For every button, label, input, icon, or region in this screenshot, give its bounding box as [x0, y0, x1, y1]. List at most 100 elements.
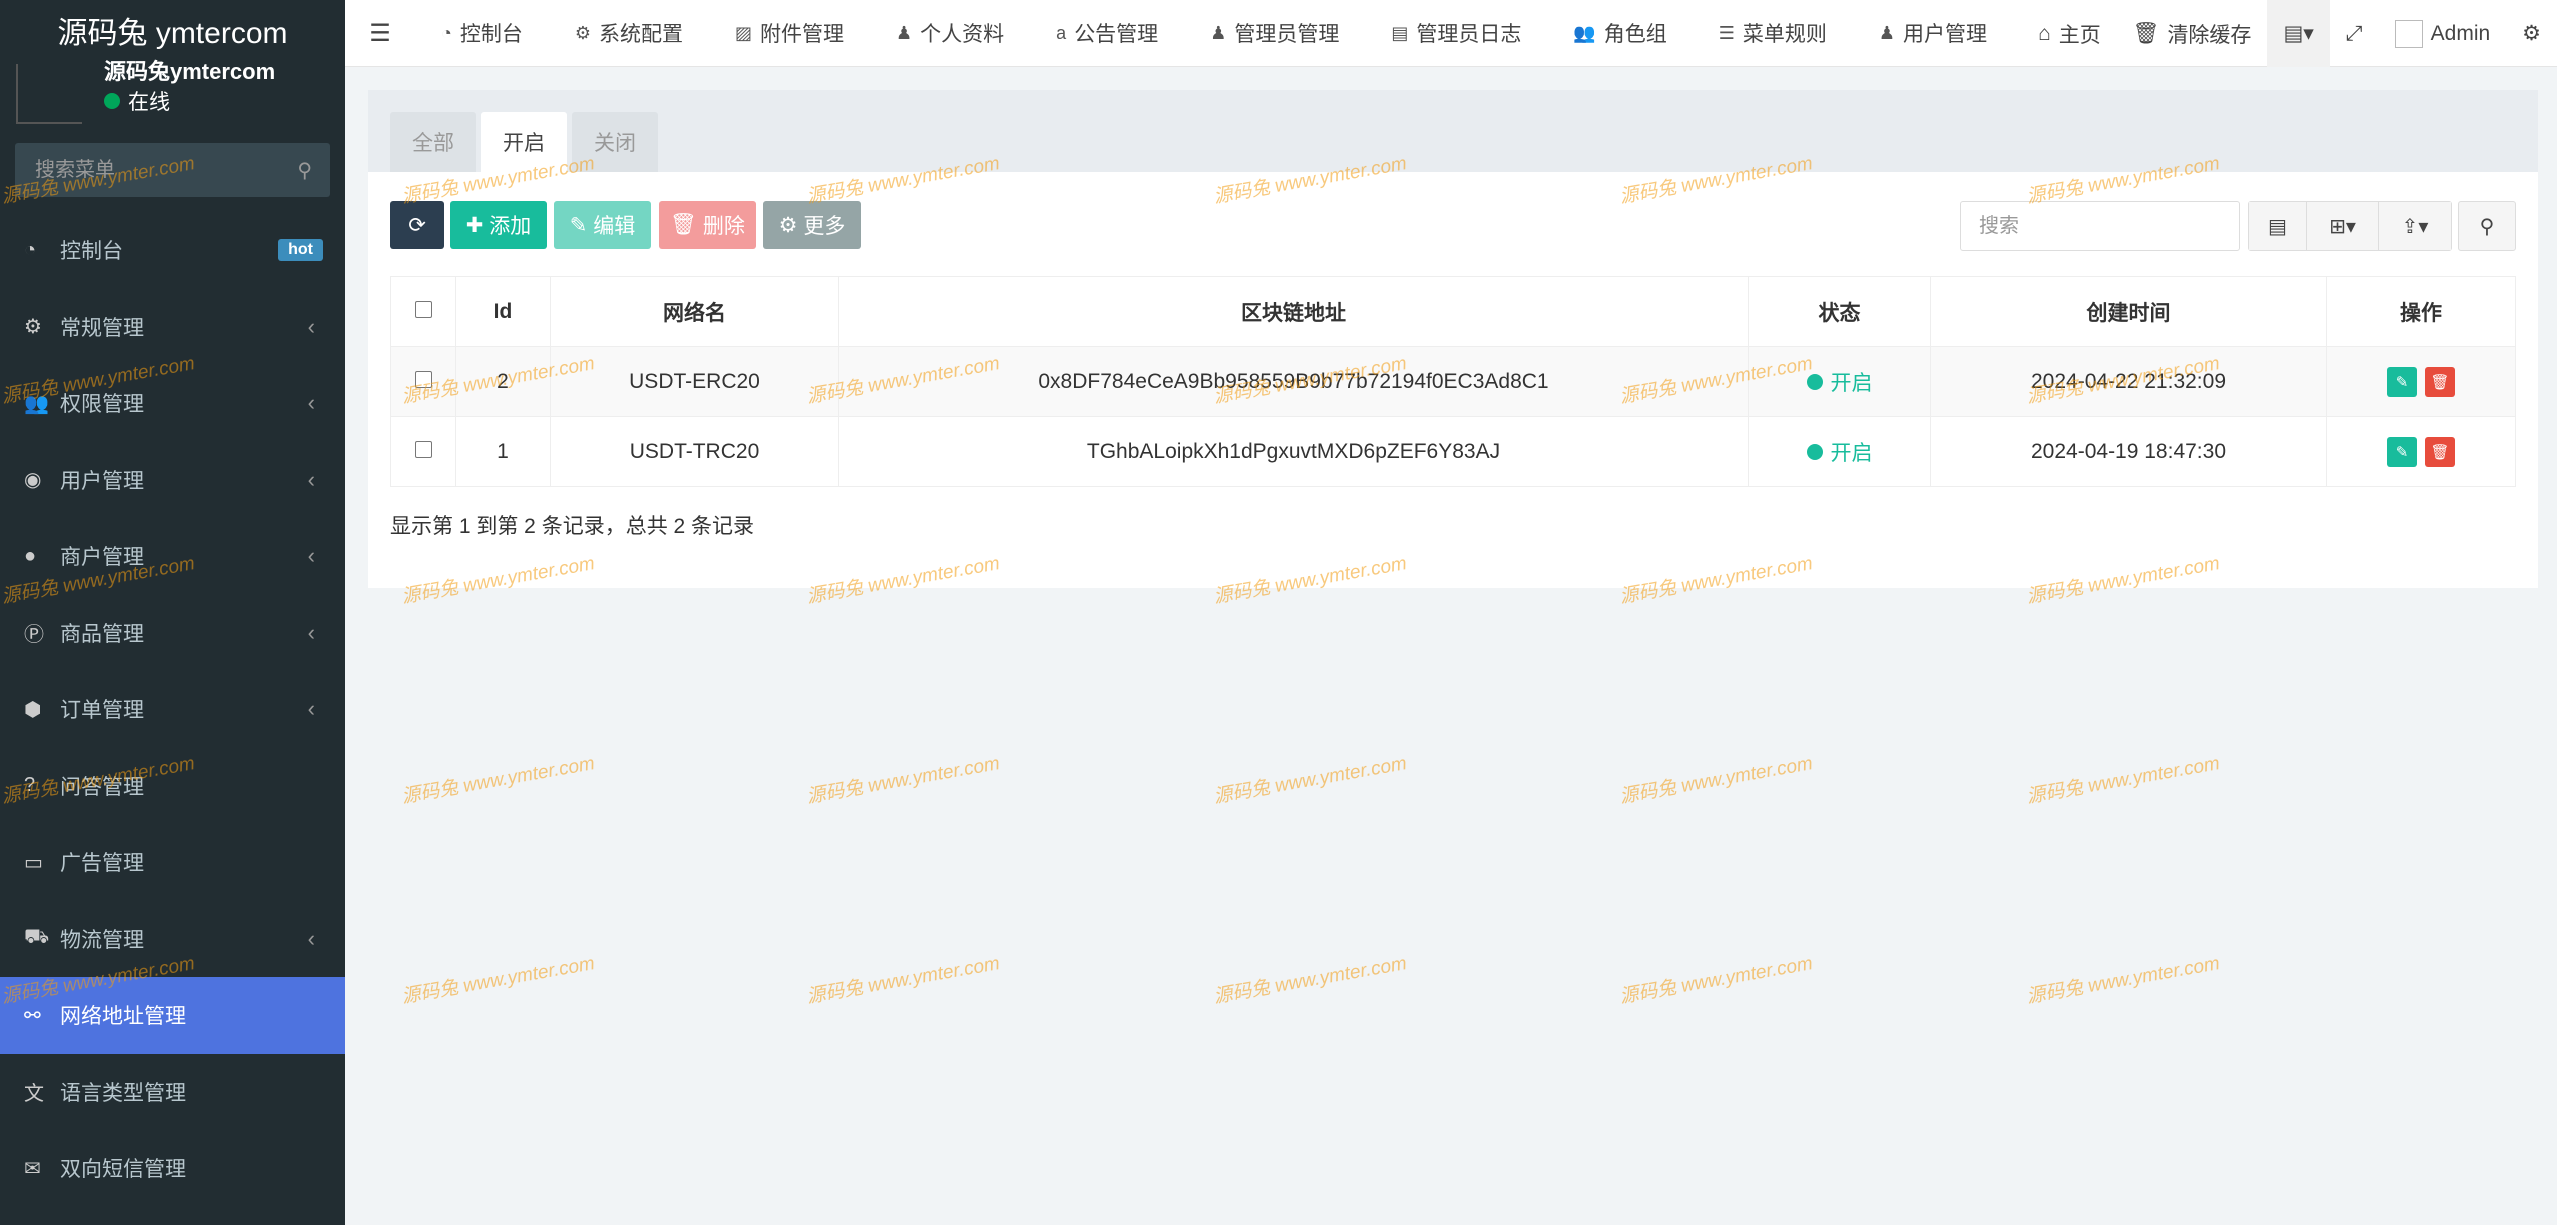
status-dot-icon: [1806, 443, 1823, 460]
envelope-icon: ✉: [24, 1157, 41, 1180]
menu-search-input[interactable]: [15, 143, 330, 197]
columns-dropdown[interactable]: ⊞▾: [2307, 202, 2379, 250]
add-button[interactable]: ✚ 添加: [450, 201, 547, 249]
add-label: 添加: [489, 215, 532, 238]
ad-icon: ▭: [24, 851, 43, 874]
nav-tab-0[interactable]: ◔ 控制台: [415, 0, 549, 67]
user-icon: ♟: [1210, 22, 1227, 43]
nav-tab-label: 公告管理: [1074, 23, 1159, 46]
edit-button[interactable]: ✎ 编辑: [554, 201, 651, 249]
brand-logo[interactable]: 源码兔 ymtercom: [0, 0, 345, 60]
sidebar-item-12[interactable]: ✉ 双向短信管理: [0, 1130, 345, 1207]
advanced-search-button[interactable]: ⚲: [2458, 201, 2516, 251]
table-search-input[interactable]: [1960, 201, 2240, 251]
sidebar-item-2[interactable]: 👥 权限管理 ‹: [0, 365, 345, 442]
sidebar-item-3[interactable]: ◉ 用户管理 ‹: [0, 442, 345, 519]
header-id[interactable]: Id: [455, 276, 551, 347]
nav-tab-5[interactable]: ♟ 管理员管理: [1184, 0, 1365, 67]
export-dropdown[interactable]: ⇪▾: [2379, 202, 2451, 250]
row-edit-button[interactable]: ✎: [2387, 366, 2417, 397]
apple-icon: ●: [24, 544, 37, 567]
home-link[interactable]: ⌂ 主页: [2022, 0, 2117, 67]
sidebar-item-1[interactable]: ⚙ 常规管理 ‹: [0, 289, 345, 366]
delete-label: 删除: [702, 215, 745, 238]
image-icon: ▨: [735, 22, 753, 43]
sidebar-item-5[interactable]: Ⓟ 商品管理 ‹: [0, 595, 345, 672]
row-checkbox[interactable]: [414, 370, 432, 388]
nav-tab-4[interactable]: a 公告管理: [1030, 0, 1184, 67]
table-row[interactable]: 2 USDT-ERC20 0x8DF784eCeA9Bb958559B9b77b72…: [390, 346, 2516, 417]
control-sidebar-button[interactable]: ⚙: [2506, 0, 2557, 67]
status-label: 开启: [1830, 441, 1873, 465]
sidebar-item-11[interactable]: 文语言类型管理: [0, 1054, 345, 1131]
status-tab-1[interactable]: 开启: [481, 112, 567, 172]
row-checkbox[interactable]: [414, 440, 432, 458]
header-name[interactable]: 网络名: [550, 276, 839, 347]
refresh-button[interactable]: ⟳: [390, 201, 444, 249]
select-all-checkbox[interactable]: [414, 300, 432, 318]
sidebar-item-7[interactable]: ? 问答管理: [0, 748, 345, 825]
table-header-row: Id 网络名 区块链地址 状态 创建时间 操作: [390, 276, 2516, 347]
clear-cache-button[interactable]: 🗑 清除缓存: [2117, 0, 2268, 67]
toggle-view-button[interactable]: ▤: [2249, 202, 2307, 250]
admin-avatar: [2394, 19, 2423, 48]
row-delete-button[interactable]: 🗑: [2425, 436, 2455, 467]
sidebar-item-8[interactable]: ▭ 广告管理: [0, 824, 345, 901]
table-body: 2 USDT-ERC20 0x8DF784eCeA9Bb958559B9b77b72…: [390, 346, 2516, 487]
nav-tab-9[interactable]: ♟ 用户管理: [1853, 0, 2013, 67]
nav-tab-3[interactable]: ♟ 个人资料: [870, 0, 1030, 67]
pencil-icon: ✎: [2395, 373, 2409, 391]
row-edit-button[interactable]: ✎: [2387, 436, 2417, 467]
trash-icon: 🗑: [670, 213, 697, 236]
header-address[interactable]: 区块链地址: [838, 276, 1749, 347]
chevron-left-icon: ‹: [307, 313, 315, 339]
bars-icon: ☰: [1718, 22, 1735, 43]
watermark-text: 源码兔 www.ymter.com: [805, 953, 1002, 1008]
sidebar-menu: ◔ 控制台 hot ⚙ 常规管理 ‹ 👥 权限管理 ‹ ◉ 用户管理 ‹ ● 商户管理 ‹ Ⓟ 商品管理 ‹ ⬢ 订单…: [0, 212, 345, 1207]
header-created[interactable]: 创建时间: [1930, 276, 2327, 347]
fullscreen-button[interactable]: ⤢: [2330, 0, 2379, 67]
nav-tab-8[interactable]: ☰ 菜单规则: [1693, 0, 1853, 67]
sidebar-item-9[interactable]: ⛟ 物流管理 ‹: [0, 901, 345, 978]
menu-search: ⚲: [15, 143, 330, 197]
multiplenav-dropdown[interactable]: ▤▾: [2267, 0, 2330, 67]
watermark-text: 源码兔 www.ymter.com: [2025, 753, 2222, 808]
sidebar-item-0[interactable]: ◔ 控制台 hot: [0, 212, 345, 289]
cell-status: 开启: [1748, 416, 1931, 487]
sidebar-toggle-icon[interactable]: ☰: [345, 0, 415, 67]
user-status-label: 在线: [128, 91, 170, 114]
pencil-icon: ✎: [569, 213, 588, 237]
sidebar: 源码兔 ymtercom 源码兔ymtercom 在线 ⚲ ◔ 控制台 hot ⚙ 常规…: [0, 0, 345, 1225]
export-icon: ⇪▾: [2401, 215, 2429, 238]
nav-tab-2[interactable]: ▨ 附件管理: [709, 0, 870, 67]
row-checkbox-cell: [390, 346, 456, 417]
hot-badge: hot: [278, 239, 323, 262]
nav-tab-label: 用户管理: [1903, 23, 1988, 46]
panel: 全部 开启 关闭 ⟳ ✚ 添加 ✎ 编辑 🗑 删除 ⚙ 更多 搜索 ▤ ⊞▾ ⇪…: [368, 90, 2538, 588]
admin-menu[interactable]: Admin: [2379, 0, 2507, 67]
toolbar: ⟳ ✚ 添加 ✎ 编辑 🗑 删除 ⚙ 更多 ▤ ⊞▾ ⇪▾: [368, 172, 2538, 276]
status-tab-0[interactable]: 全部: [390, 112, 476, 172]
delete-button[interactable]: 🗑 删除: [659, 201, 756, 249]
cog-icon: ⚙: [778, 213, 798, 237]
cell-operate: ✎ 🗑: [2326, 416, 2516, 487]
row-delete-button[interactable]: 🗑: [2425, 366, 2455, 397]
sidebar-item-10[interactable]: ⚯ 网络地址管理: [0, 977, 345, 1054]
sidebar-item-6[interactable]: ⬢ 订单管理 ‹: [0, 671, 345, 748]
header-status[interactable]: 状态: [1748, 276, 1931, 347]
search-icon[interactable]: ⚲: [297, 158, 312, 183]
nav-tab-1[interactable]: ⚙ 系统配置: [549, 0, 709, 67]
cell-name: USDT-ERC20: [550, 346, 839, 417]
watermark-text: 源码兔 www.ymter.com: [400, 753, 597, 808]
table-row[interactable]: 1 USDT-TRC20 TGhbALoipkXh1dPgxuvtMXD6pZEF6…: [390, 416, 2516, 487]
truck-icon: ⛟: [24, 926, 50, 949]
sidebar-item-4[interactable]: ● 商户管理 ‹: [0, 518, 345, 595]
status-badge[interactable]: 开启: [1806, 437, 1873, 467]
status-badge[interactable]: 开启: [1806, 367, 1873, 397]
status-tab-2[interactable]: 关闭: [572, 112, 658, 172]
nav-tab-7[interactable]: 👥 角色组: [1547, 0, 1692, 67]
nav-tab-6[interactable]: ▤ 管理员日志: [1365, 0, 1547, 67]
more-button[interactable]: ⚙ 更多: [763, 201, 861, 249]
user-name: 源码兔ymtercom: [104, 59, 276, 84]
nav-tab-label: 管理员日志: [1416, 23, 1522, 46]
